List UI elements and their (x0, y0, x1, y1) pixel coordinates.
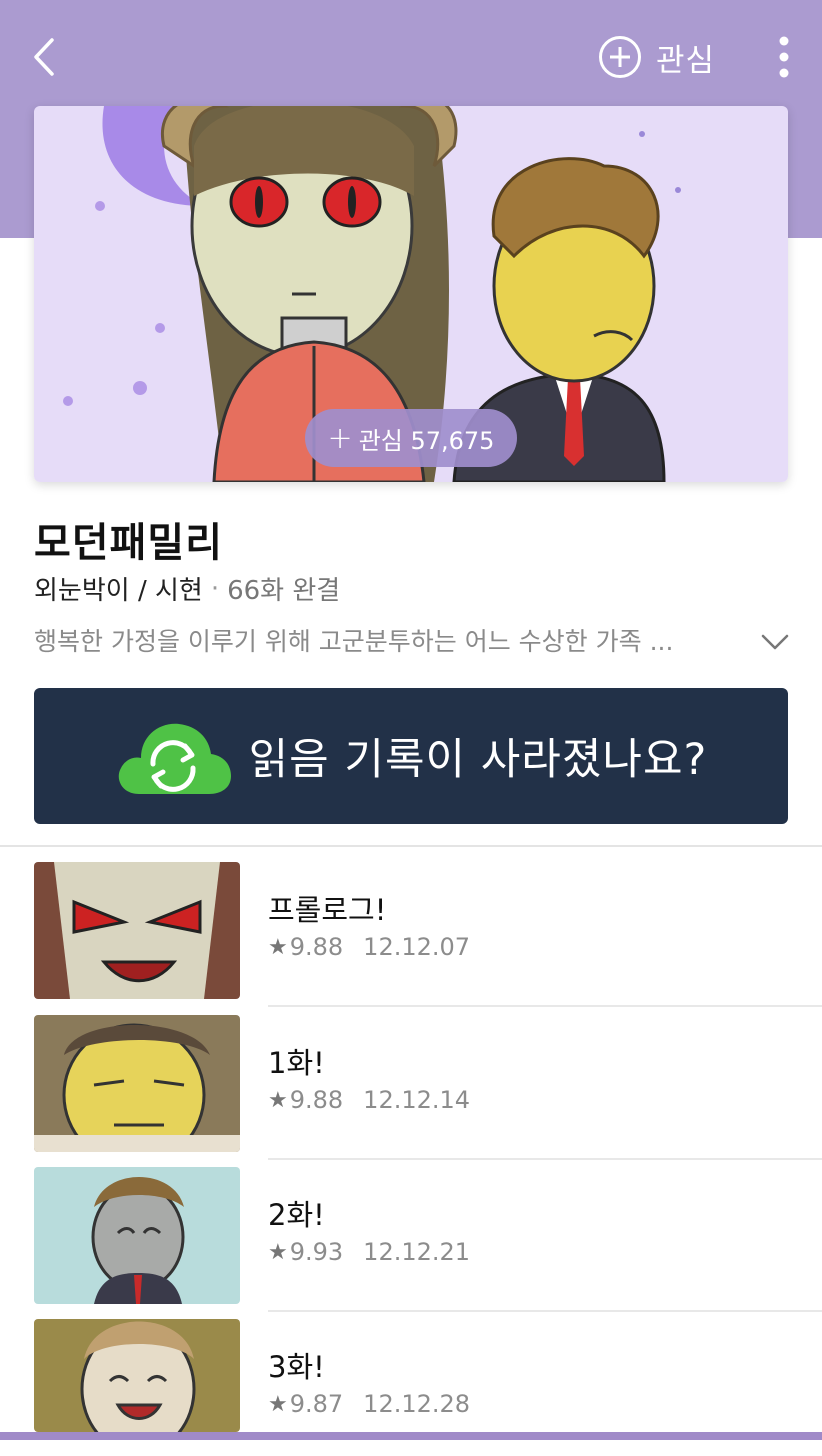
top-bar: 관심 (0, 0, 822, 112)
more-menu-button[interactable] (766, 32, 802, 84)
episode-rating: 9.87 (289, 1390, 344, 1418)
banner-text: 읽음 기록이 사라졌나요? (248, 735, 708, 785)
episode-info: ★ 9.88 12.12.14 (268, 1086, 470, 1114)
vertical-dots-icon (779, 36, 789, 78)
episode-info: ★ 9.87 12.12.28 (268, 1390, 470, 1418)
read-history-banner[interactable]: 읽음 기록이 사라졌나요? (34, 688, 788, 824)
plus-icon: + (327, 420, 353, 456)
cloud-sync-icon (118, 723, 231, 794)
episode-date: 12.12.21 (363, 1238, 471, 1266)
favorite-label: 관심 (656, 42, 716, 79)
episode-row-1[interactable]: 1화! ★ 9.88 12.12.14 (0, 1000, 822, 1160)
favorite-button[interactable]: 관심 (598, 34, 715, 80)
episode-thumbnail (34, 1167, 240, 1304)
episode-title: 프롤로그! (268, 893, 387, 927)
episode-date: 12.12.28 (363, 1390, 471, 1418)
episode-row-2[interactable]: 2화! ★ 9.93 12.12.21 (0, 1152, 822, 1312)
episode-thumbnail (34, 862, 240, 999)
meta-separator: · (210, 573, 220, 604)
episode-thumbnail (34, 1015, 240, 1152)
episode-thumbnail (34, 1319, 240, 1432)
plus-circle-icon (599, 36, 641, 78)
back-button[interactable] (22, 30, 72, 84)
episode-rating: 9.88 (289, 933, 344, 961)
episode-date: 12.12.07 (363, 933, 471, 961)
work-description[interactable]: 행복한 가정을 이루기 위해 고군분투하는 어느 수상한 가족 ... (34, 622, 734, 658)
bottom-edge-bar (0, 1432, 822, 1440)
episode-status: 66화 완결 (227, 576, 341, 606)
episode-rating: 9.88 (289, 1086, 344, 1114)
star-icon: ★ (268, 1391, 288, 1417)
expand-description-button[interactable] (758, 628, 792, 654)
chevron-down-icon (761, 634, 789, 650)
episode-row-prologue[interactable]: 프롤로그! ★ 9.88 12.12.07 (0, 847, 822, 1007)
work-title: 모던패밀리 (34, 520, 223, 566)
episode-title: 2화! (268, 1198, 325, 1232)
episode-info: ★ 9.88 12.12.07 (268, 933, 470, 961)
episode-info: ★ 9.93 12.12.21 (268, 1238, 470, 1266)
episode-title: 1화! (268, 1046, 325, 1080)
work-meta: 외눈박이 / 시현 · 66화 완결 (34, 570, 340, 607)
star-icon: ★ (268, 934, 288, 960)
chevron-left-icon (34, 38, 54, 76)
favorite-count-pill[interactable]: + 관심 57,675 (305, 409, 517, 467)
episode-rating: 9.93 (289, 1238, 344, 1266)
work-authors[interactable]: 외눈박이 / 시현 (34, 570, 203, 607)
star-icon: ★ (268, 1239, 288, 1265)
star-icon: ★ (268, 1087, 288, 1113)
favorite-count-label: 관심 57,675 (358, 426, 495, 455)
episode-title: 3화! (268, 1350, 325, 1384)
episode-date: 12.12.14 (363, 1086, 471, 1114)
